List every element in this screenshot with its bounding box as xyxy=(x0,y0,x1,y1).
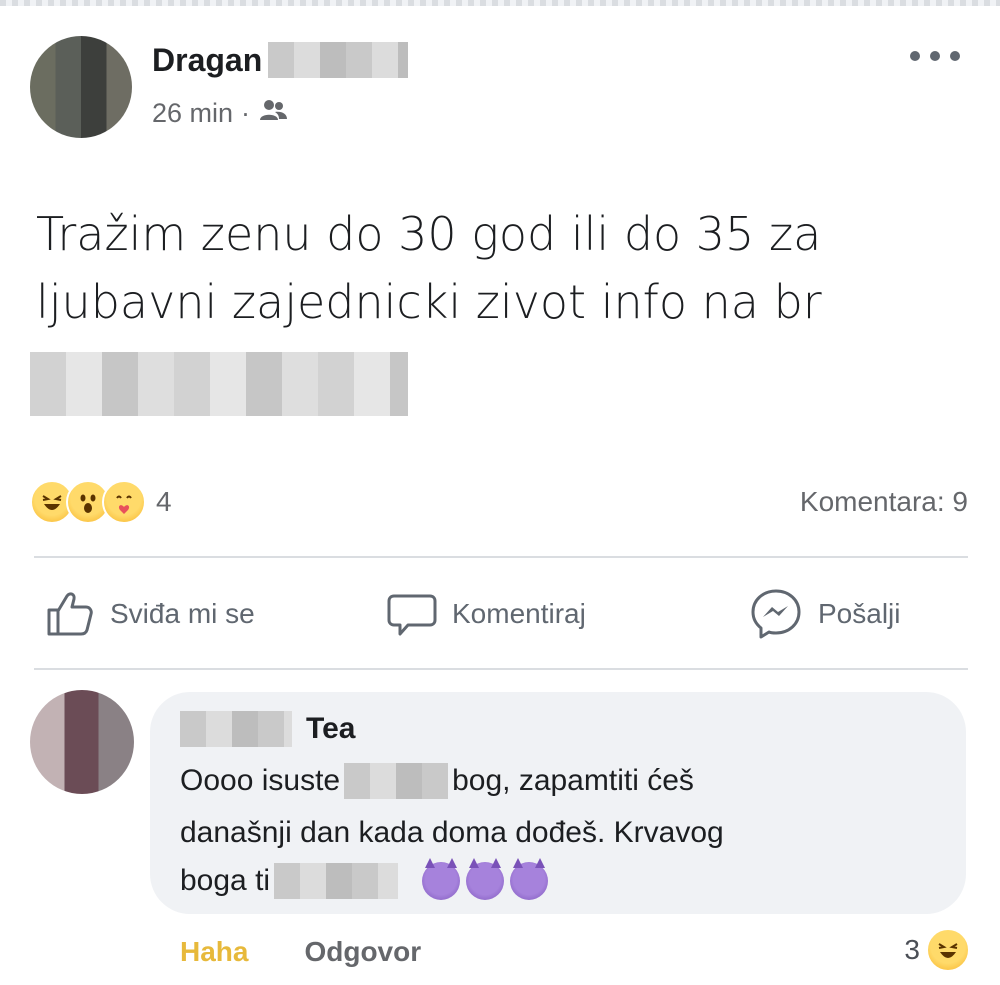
send-button[interactable]: Pošalji xyxy=(748,586,900,642)
top-border xyxy=(0,0,1000,6)
devil-emoji-icon xyxy=(422,858,461,900)
comment-text-part: boga ti xyxy=(180,864,271,897)
post-meta: 26 min · xyxy=(152,94,288,132)
comment-author[interactable]: Tea xyxy=(306,712,355,746)
reactions-summary[interactable]: 4 xyxy=(30,480,172,524)
friends-icon[interactable] xyxy=(258,98,288,129)
comment-bubble-icon xyxy=(387,594,437,636)
comment-text-line: Oooo isuste bog, zapamtiti ćeš xyxy=(180,760,694,802)
comment-text-part: Oooo isuste xyxy=(180,764,341,797)
emoji-group xyxy=(416,858,549,900)
comment-text-part: bog, zapamtiti ćeš xyxy=(452,764,694,797)
comment-button[interactable]: Komentiraj xyxy=(386,586,586,642)
meta-separator: · xyxy=(241,97,251,128)
comment-text-line: današnji dan kada doma dođeš. Krvavog xyxy=(180,812,724,854)
like-button[interactable]: Sviđa mi se xyxy=(44,586,255,642)
redacted-word xyxy=(344,763,449,799)
redacted-commenter-name xyxy=(180,711,292,747)
thumbs-up-icon xyxy=(47,592,93,636)
haha-reaction-button[interactable]: Haha xyxy=(180,936,248,968)
care-reaction-icon xyxy=(102,480,146,524)
comments-count[interactable]: Komentara: 9 xyxy=(800,482,968,522)
redacted-word xyxy=(274,863,399,899)
comment-text-part: današnji dan kada doma dođeš. Krvavog xyxy=(180,816,724,849)
comment-text-line: boga ti xyxy=(180,858,549,902)
haha-reaction-icon xyxy=(926,928,970,972)
author-row: Dragan xyxy=(152,40,409,80)
devil-emoji-icon xyxy=(510,858,549,900)
redacted-phone-number xyxy=(30,352,408,416)
author-avatar[interactable] xyxy=(30,36,132,138)
divider xyxy=(34,556,968,558)
post-time[interactable]: 26 min xyxy=(152,98,233,129)
comment-author-row: Tea xyxy=(180,708,355,750)
devil-emoji-icon xyxy=(466,858,505,900)
reply-button[interactable]: Odgovor xyxy=(304,936,421,968)
post-text: Tražim zenu do 30 god ili do 35 za ljuba… xyxy=(36,207,822,329)
comment-label: Komentiraj xyxy=(452,598,586,629)
messenger-icon xyxy=(751,589,801,639)
more-options-icon[interactable] xyxy=(910,44,960,68)
comment-actions: Haha Odgovor xyxy=(180,930,421,974)
divider xyxy=(34,668,968,670)
author-name[interactable]: Dragan xyxy=(152,42,262,79)
send-label: Pošalji xyxy=(818,598,901,629)
redacted-surname xyxy=(268,42,409,78)
commenter-avatar[interactable] xyxy=(30,690,134,794)
like-label: Sviđa mi se xyxy=(110,598,255,629)
reaction-count: 4 xyxy=(156,486,172,517)
comment-reaction-count: 3 xyxy=(904,934,920,965)
comment-reaction-summary[interactable]: 3 xyxy=(904,928,970,972)
